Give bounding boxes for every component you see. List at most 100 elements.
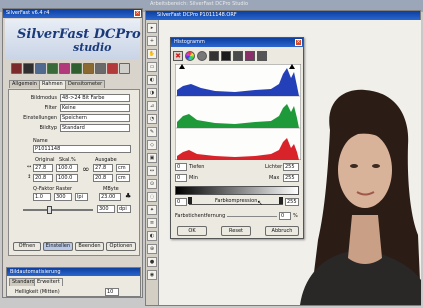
kompression-slider-track[interactable]: [189, 204, 283, 205]
lower-row-field[interactable]: 10: [105, 288, 119, 296]
lower-title: Bildautomatisierung: [10, 269, 61, 275]
photo-left-eye: [350, 164, 358, 168]
tab-densitometer[interactable]: Densitometer: [65, 80, 106, 88]
kompression-right-handle[interactable]: [279, 197, 283, 204]
einstellungen-select[interactable]: Speichern: [60, 114, 130, 122]
ok-button[interactable]: OK: [177, 226, 207, 236]
preview-tool-button[interactable]: ⊿: [147, 101, 157, 111]
photo-right-eye: [372, 164, 380, 168]
name-field[interactable]: P1011148: [33, 145, 131, 153]
min-field[interactable]: 0: [175, 174, 187, 182]
mode-icon[interactable]: [257, 51, 267, 61]
selective-color-icon[interactable]: [59, 63, 70, 74]
sharpen-icon[interactable]: [71, 63, 82, 74]
panel-title-bar[interactable]: SilverFast v6.4 r4 ×: [3, 9, 142, 18]
lower-row-label: Helligkeit (Mitten): [15, 289, 60, 295]
raster-unit-select[interactable]: lpi: [75, 193, 88, 201]
filter-select[interactable]: Keine: [60, 104, 130, 112]
preview-tool-button[interactable]: ✦: [147, 205, 157, 215]
lichter-field[interactable]: 255: [283, 163, 299, 171]
kompression-left-handle[interactable]: [188, 197, 192, 204]
preview-tool-button[interactable]: ●: [147, 257, 157, 267]
lock-icon[interactable]: ♣: [125, 193, 131, 200]
resolution-slider[interactable]: [23, 209, 93, 211]
preview-tool-button[interactable]: +: [147, 36, 157, 46]
color-icon[interactable]: [245, 51, 255, 61]
preview-tool-button[interactable]: ◐: [147, 75, 157, 85]
histogram-close-icon[interactable]: ×: [295, 39, 302, 46]
raster-field[interactable]: 300: [54, 193, 72, 201]
workspace-title: Arbeitsbereich: SilverFast DCPro Studio: [150, 1, 249, 7]
height-unit-select[interactable]: cm: [116, 174, 130, 182]
black-point-icon[interactable]: [221, 51, 231, 61]
einstellen-button[interactable]: Einstellen: [43, 242, 73, 251]
filter-label: Filter: [44, 105, 57, 111]
height-scale-field[interactable]: 100.0: [56, 174, 78, 182]
preview-tool-button[interactable]: ◔: [147, 114, 157, 124]
stop-icon[interactable]: ✖: [173, 51, 183, 61]
scan-icon[interactable]: [11, 63, 22, 74]
color-icon[interactable]: [23, 63, 34, 74]
lower-title-bar[interactable]: Bildautomatisierung: [7, 268, 140, 276]
color-wheel-icon[interactable]: [185, 51, 195, 61]
oeffnen-button[interactable]: Öffnen: [13, 242, 41, 251]
gray-icon[interactable]: [197, 51, 207, 61]
preview-tool-button[interactable]: ◌: [147, 192, 157, 202]
preview-tool-button[interactable]: ≡: [147, 218, 157, 228]
max-field[interactable]: 255: [283, 174, 299, 182]
tab-erweitert[interactable]: Erweitert: [34, 278, 63, 286]
width-unit-select[interactable]: cm: [116, 164, 130, 172]
height-arrow-icon: ↕: [27, 174, 32, 180]
qfactor-field[interactable]: 1.0: [33, 193, 51, 201]
width-scale-field[interactable]: 100.0: [56, 164, 78, 172]
batch-icon[interactable]: [107, 63, 118, 74]
tab-allgemein[interactable]: Allgemein: [9, 80, 40, 88]
preview-tool-button[interactable]: ▣: [147, 153, 157, 163]
preview-tool-button[interactable]: ◇: [147, 140, 157, 150]
close-icon[interactable]: ×: [134, 10, 141, 17]
preview-tool-button[interactable]: ◑: [147, 88, 157, 98]
histogram-icon[interactable]: [47, 63, 58, 74]
tiefen-field[interactable]: 0: [175, 163, 187, 171]
reset-button[interactable]: Reset: [221, 226, 251, 236]
width-original-field[interactable]: 27.8: [33, 164, 53, 172]
preview-tool-button[interactable]: ↔: [147, 166, 157, 176]
histogram-title-bar[interactable]: Histogramm ×: [171, 38, 303, 47]
resolution-unit-select[interactable]: dpi: [117, 205, 131, 213]
preview-title: SilverFast DCPro P1011148.ORF: [157, 12, 237, 18]
kompression-right-field[interactable]: 255: [285, 198, 299, 206]
height-output-field[interactable]: 20.8: [93, 174, 113, 182]
preview-tool-button[interactable]: ◉: [147, 270, 157, 280]
resolution-slider-thumb[interactable]: [47, 206, 52, 214]
bildtyp-select[interactable]: Standard: [60, 124, 130, 132]
preview-tool-button[interactable]: ⊕: [147, 244, 157, 254]
grain-icon[interactable]: [95, 63, 106, 74]
info-icon[interactable]: [119, 63, 130, 74]
dust-icon[interactable]: [83, 63, 94, 74]
link-icon[interactable]: ∞: [82, 166, 90, 175]
abbruch-button[interactable]: Abbruch: [265, 226, 299, 236]
resolution-field[interactable]: 300: [97, 205, 115, 213]
farbstich-slider[interactable]: [227, 216, 277, 217]
preview-tool-button[interactable]: ⊙: [147, 179, 157, 189]
gradation-icon[interactable]: [35, 63, 46, 74]
tab-rahmen[interactable]: Rahmen: [39, 80, 66, 89]
preview-tool-button[interactable]: ✋: [147, 49, 157, 59]
optionen-button[interactable]: Optionen: [106, 242, 136, 251]
histogram-title: Histogramm: [174, 39, 205, 45]
preview-tool-button[interactable]: ▸: [147, 23, 157, 33]
min-label: Min: [189, 175, 198, 181]
preview-tool-button[interactable]: ✎: [147, 127, 157, 137]
preview-title-bar[interactable]: SilverFast DCPro P1011148.ORF: [146, 11, 420, 20]
preview-tool-button[interactable]: ▭: [147, 62, 157, 72]
width-output-field[interactable]: 27.8: [93, 164, 113, 172]
preview-window: SilverFast DCPro P1011148.ORF ▸ + ✋ ▭ ◐ ◑ ⊿ ◔ ✎ ◇…: [145, 10, 421, 306]
preview-tool-button[interactable]: ◐: [147, 231, 157, 241]
channel-icon[interactable]: [209, 51, 219, 61]
height-original-field[interactable]: 20.8: [33, 174, 53, 182]
white-point-icon[interactable]: [233, 51, 243, 61]
bildmodus-select[interactable]: 48->24 Bit Farbe: [60, 94, 130, 102]
beenden-button[interactable]: Beenden: [75, 242, 104, 251]
farbstich-field[interactable]: 0: [279, 212, 291, 220]
kompression-left-field[interactable]: 0: [175, 198, 187, 206]
